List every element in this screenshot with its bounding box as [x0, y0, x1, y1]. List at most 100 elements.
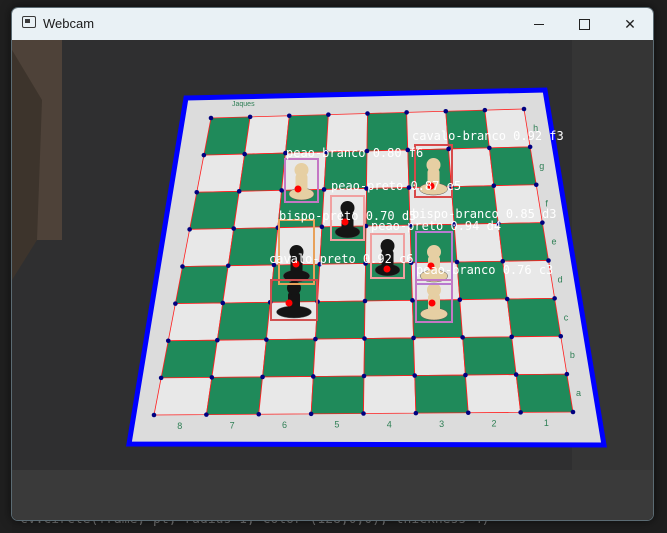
corner-point — [165, 338, 171, 344]
camera-view: Jaques8 7 6 5 4 3 2 1abcdefgh cavalo-branco 0.9… — [12, 40, 653, 520]
corner-point — [552, 296, 557, 301]
rank-label: g — [539, 161, 544, 171]
board-square — [413, 336, 466, 376]
corner-point — [361, 411, 366, 416]
rank-label: a — [576, 388, 581, 398]
file-label: 7 — [230, 420, 235, 430]
corner-point — [187, 227, 192, 232]
detection-label: cavalo-branco 0.92 f3 — [412, 129, 564, 143]
board-square — [182, 228, 235, 267]
board-square — [364, 299, 414, 339]
corner-point — [319, 224, 325, 230]
corner-point — [460, 335, 465, 340]
detection-label: cavalo-preto 0.92 c6 — [269, 252, 414, 266]
board-square — [465, 374, 522, 414]
corner-point — [242, 151, 247, 157]
corner-point — [361, 373, 367, 379]
window-title: Webcam — [43, 16, 95, 31]
board-square — [211, 339, 267, 378]
minimize-icon — [534, 23, 544, 25]
board-square — [167, 302, 224, 342]
corner-point — [173, 301, 178, 306]
board-square — [363, 375, 417, 414]
corner-point — [443, 108, 449, 114]
corner-point — [513, 372, 519, 377]
chess-piece-head — [380, 239, 395, 253]
file-label: 8 — [177, 421, 182, 431]
corner-point — [404, 110, 409, 115]
detection-center-dot — [285, 299, 293, 307]
maximize-button[interactable] — [561, 8, 607, 40]
corner-point — [564, 371, 570, 377]
board-square — [312, 338, 365, 377]
corner-point — [365, 111, 370, 116]
file-label: 6 — [282, 420, 287, 430]
corner-point — [362, 336, 367, 341]
corner-point — [220, 300, 226, 306]
chess-piece-head — [294, 163, 309, 177]
board-square — [315, 300, 366, 340]
board-square — [515, 373, 574, 413]
board-square — [205, 376, 264, 416]
corner-point — [521, 106, 527, 112]
board-square — [310, 375, 365, 415]
corner-point — [286, 113, 292, 119]
file-label: 2 — [491, 419, 496, 429]
corner-point — [326, 112, 331, 117]
corner-point — [204, 412, 209, 417]
corner-point — [308, 411, 314, 417]
board-square — [216, 301, 271, 341]
close-button[interactable]: ✕ — [607, 8, 653, 40]
board-square — [233, 189, 283, 229]
file-label: 4 — [387, 419, 392, 429]
corner-point — [412, 373, 418, 378]
board-square — [317, 263, 366, 303]
corner-point — [413, 410, 419, 416]
rank-label: e — [551, 237, 556, 247]
board-square — [414, 374, 469, 414]
corner-point — [231, 226, 237, 231]
webcam-frame: Jaques 8 7 6 5 4 3 2 1 a b c d e f g h cavalo-branco 0.9… — [12, 40, 653, 520]
board-square — [174, 265, 229, 305]
board-brand-label: Jaques — [232, 101, 255, 108]
detection-label: peao-branco 0.76 c3 — [416, 263, 553, 277]
rank-label: d — [558, 274, 563, 284]
corner-point — [256, 411, 262, 417]
corner-point — [457, 297, 463, 302]
chess-piece-head — [427, 283, 441, 297]
detection-label: peao-preto 0.94 d4 — [371, 219, 501, 233]
detection-center-dot — [294, 185, 302, 193]
corner-point — [321, 187, 327, 192]
corner-point — [180, 264, 185, 269]
window-app-icon — [22, 16, 36, 28]
title-bar[interactable]: Webcam ✕ — [12, 8, 653, 40]
board-square — [153, 377, 213, 416]
corner-point — [518, 410, 523, 415]
webcam-window: Webcam ✕ Jaques 8 7 6 5 4 3 2 1 a b c d e f g h cavalo-b… — [11, 7, 654, 521]
corner-point — [410, 298, 415, 303]
corner-point — [279, 188, 284, 193]
detection-label: peao-preto 0.87 e5 — [331, 179, 461, 193]
board-square — [222, 264, 275, 304]
corner-point — [570, 409, 576, 415]
corner-point — [209, 375, 215, 380]
corner-point — [491, 183, 497, 188]
minimize-button[interactable] — [516, 8, 562, 40]
detection-label: peao-branco 0.80 f6 — [286, 146, 423, 160]
corner-point — [208, 115, 214, 121]
file-label: 5 — [334, 420, 339, 430]
corner-point — [201, 152, 207, 158]
board-square — [511, 335, 568, 375]
corner-point — [362, 298, 368, 304]
corner-point — [264, 337, 269, 342]
corner-point — [260, 374, 265, 380]
corner-point — [558, 333, 564, 339]
corner-point — [540, 220, 545, 225]
corner-point — [482, 107, 488, 113]
board-square — [238, 152, 286, 192]
corner-point — [313, 336, 318, 342]
corner-point — [151, 412, 157, 418]
corner-point — [465, 410, 471, 416]
board-square — [459, 298, 513, 338]
corner-point — [463, 372, 468, 378]
